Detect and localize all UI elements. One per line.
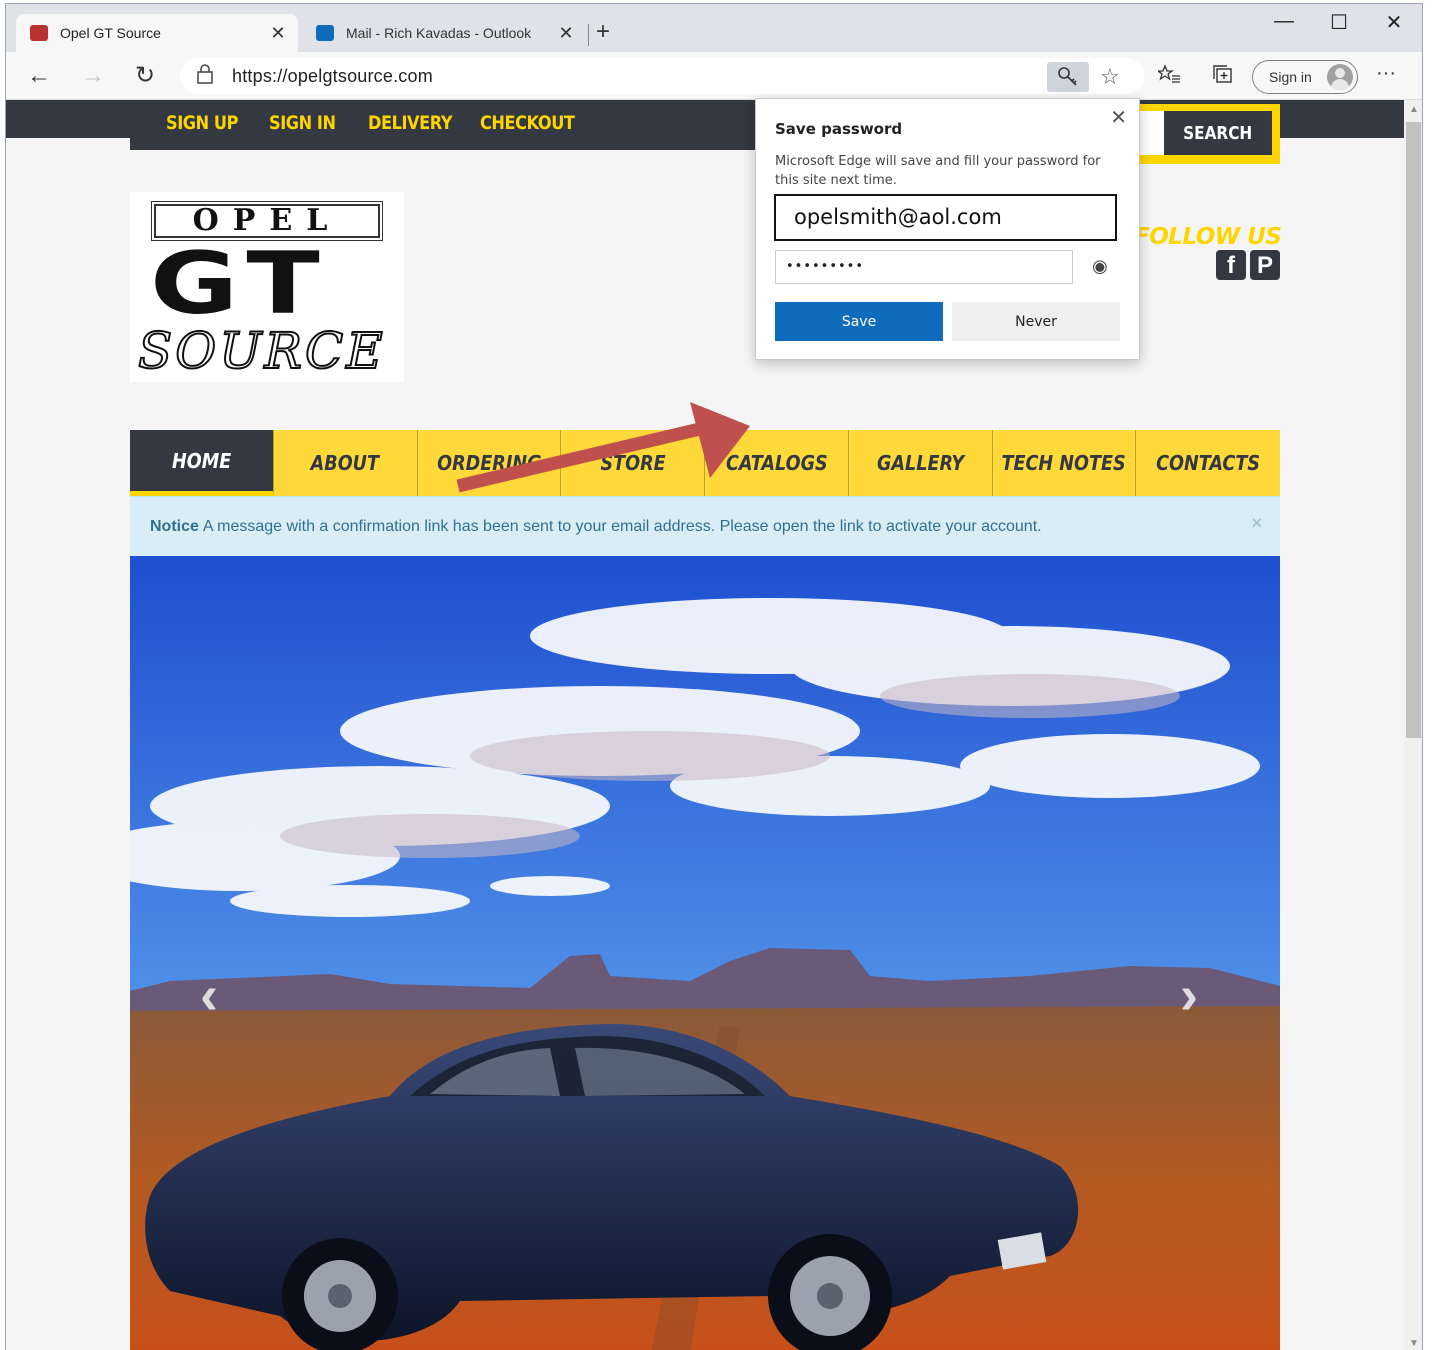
never-button[interactable]: Never: [952, 302, 1120, 341]
password-field[interactable]: •••••••••: [775, 250, 1073, 284]
logo-gt: GT: [150, 234, 330, 334]
site-search: SEARCH: [1134, 104, 1280, 164]
checkout-link[interactable]: CHECKOUT: [480, 112, 575, 134]
password-key-button[interactable]: [1047, 62, 1089, 92]
tab-outlook-mail[interactable]: Mail - Rich Kavadas - Outlook ✕: [306, 14, 586, 52]
hero-carousel: ‹ ›: [130, 556, 1280, 1350]
sign-in-label: Sign in: [1269, 69, 1312, 85]
logo-opel: OPEL: [151, 201, 383, 241]
car-favicon-icon: [30, 25, 48, 41]
maximize-button[interactable]: ☐: [1319, 10, 1359, 35]
scroll-up-icon[interactable]: ▲: [1409, 104, 1419, 115]
carousel-prev-button[interactable]: ‹: [200, 964, 218, 1026]
page-scrollbar[interactable]: ▲ ▼: [1404, 100, 1422, 1350]
nav-tech-notes[interactable]: TECH NOTES: [993, 430, 1137, 496]
browser-toolbar: ← → ↻ https://opelgtsource.com ☆ Sign in…: [6, 52, 1422, 100]
annotation-arrow: [456, 402, 750, 493]
page-viewport: SIGN UP SIGN IN DELIVERY CHECKOUT SEARCH…: [6, 100, 1404, 1350]
sign-in-button[interactable]: Sign in: [1252, 60, 1358, 94]
nav-home[interactable]: HOME: [130, 430, 274, 496]
nav-about[interactable]: ABOUT: [274, 430, 418, 496]
site-search-label: SEARCH: [1183, 122, 1253, 144]
site-logo[interactable]: OPEL GT SOURCE: [130, 192, 404, 382]
avatar-icon: [1327, 64, 1353, 90]
follow-us-heading: FOLLOW US: [1134, 224, 1282, 250]
address-bar[interactable]: https://opelgtsource.com: [180, 58, 1144, 94]
tab-title: Mail - Rich Kavadas - Outlook: [346, 25, 532, 41]
delivery-link[interactable]: DELIVERY: [368, 112, 453, 134]
sign-up-link[interactable]: SIGN UP: [166, 112, 238, 134]
logo-source: SOURCE: [137, 322, 386, 380]
collections-icon[interactable]: [1212, 64, 1234, 90]
save-password-dialog: Save password ✕ Microsoft Edge will save…: [755, 98, 1140, 360]
outlook-favicon-icon: [316, 25, 334, 41]
dialog-description: Microsoft Edge will save and fill your p…: [775, 154, 1101, 188]
sign-in-link[interactable]: SIGN IN: [269, 112, 336, 134]
url-text: https://opelgtsource.com: [232, 65, 433, 86]
minimize-button[interactable]: —: [1264, 10, 1304, 33]
username-field[interactable]: opelsmith@aol.com: [774, 194, 1117, 241]
notice-close-icon[interactable]: ×: [1251, 513, 1262, 534]
scrollbar-thumb[interactable]: [1406, 122, 1421, 738]
facebook-icon[interactable]: f: [1216, 250, 1246, 280]
nav-label: GALLERY: [876, 451, 964, 475]
nav-label: ABOUT: [310, 451, 380, 475]
nav-gallery[interactable]: GALLERY: [849, 430, 993, 496]
carousel-next-button[interactable]: ›: [1180, 964, 1198, 1026]
nav-label: HOME: [171, 448, 231, 473]
nav-label: CONTACTS: [1156, 451, 1261, 475]
tab-close-icon[interactable]: ✕: [268, 23, 288, 44]
notice-alert: Notice A message with a confirmation lin…: [130, 496, 1280, 556]
hero-image: [130, 556, 1280, 1350]
scroll-down-icon[interactable]: ▼: [1409, 1338, 1419, 1349]
favorite-star-icon[interactable]: ☆: [1100, 64, 1120, 90]
pinterest-icon[interactable]: P: [1250, 250, 1280, 280]
dialog-title: Save password: [775, 120, 903, 138]
tab-title: Opel GT Source: [60, 25, 161, 41]
tab-close-icon[interactable]: ✕: [556, 23, 576, 44]
notice-label: Notice: [150, 517, 199, 535]
save-button[interactable]: Save: [775, 302, 943, 341]
notice-text: A message with a confirmation link has b…: [202, 517, 1042, 535]
favorites-list-icon[interactable]: [1156, 64, 1180, 90]
nav-label: TECH NOTES: [1001, 451, 1126, 475]
refresh-button[interactable]: ↻: [130, 62, 160, 90]
site-search-button[interactable]: SEARCH: [1164, 111, 1272, 155]
lock-icon: [196, 63, 216, 89]
key-icon: [1058, 67, 1077, 86]
tab-opel-gt-source[interactable]: Opel GT Source ✕: [16, 14, 298, 52]
tab-strip: Opel GT Source ✕ Mail - Rich Kavadas - O…: [6, 4, 1422, 52]
close-window-button[interactable]: ✕: [1374, 10, 1414, 35]
back-button[interactable]: ←: [24, 62, 54, 90]
forward-button[interactable]: →: [78, 62, 108, 90]
dialog-close-icon[interactable]: ✕: [1110, 105, 1127, 129]
reveal-password-eye-icon[interactable]: ◉: [1092, 256, 1108, 277]
tab-separator: [588, 24, 589, 46]
new-tab-button[interactable]: +: [596, 20, 610, 44]
nav-contacts[interactable]: CONTACTS: [1136, 430, 1280, 496]
more-options-icon[interactable]: ···: [1376, 62, 1396, 85]
browser-window: Opel GT Source ✕ Mail - Rich Kavadas - O…: [5, 3, 1423, 1350]
